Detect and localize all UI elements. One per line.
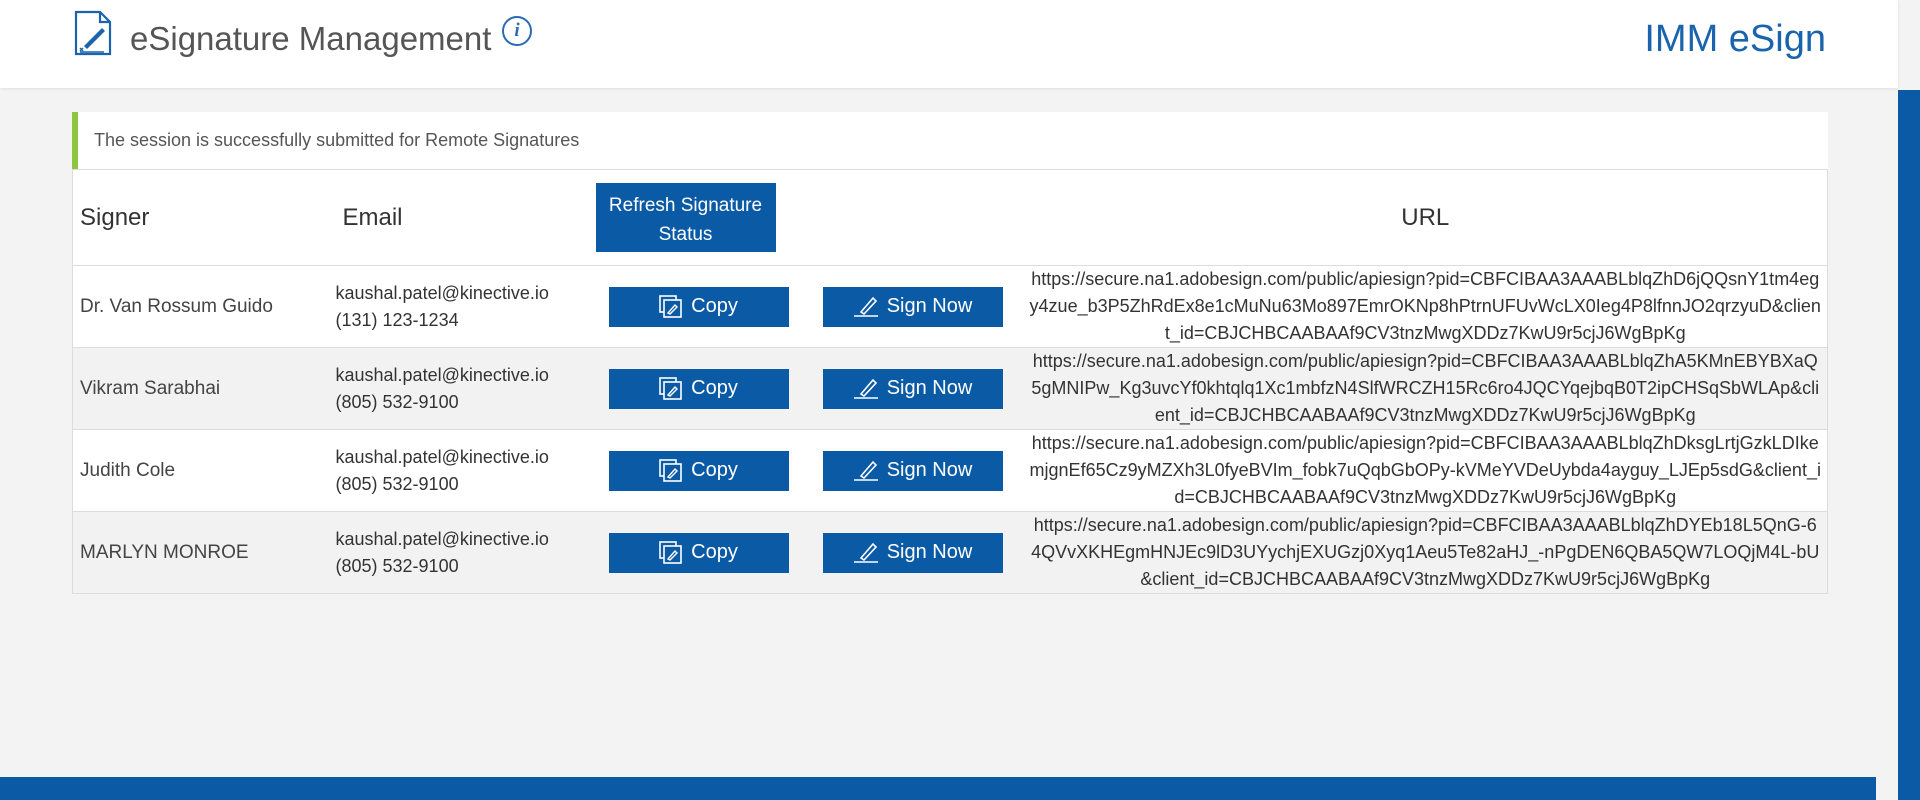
copy-button[interactable]: Copy [608, 532, 789, 573]
copy-icon [659, 540, 682, 564]
alert-message: The session is successfully submitted fo… [94, 130, 580, 150]
copy-cell: Copy [595, 429, 802, 512]
table-row: Dr. Van Rossum Guido kaushal.patel@kinec… [72, 265, 1828, 348]
app-header: eSignature Management i IMM eSign [0, 0, 1898, 88]
signer-contact: kaushal.patel@kinective.io (131) 123-123… [335, 265, 596, 348]
signer-phone: (805) 532-9100 [335, 555, 459, 576]
sign-now-button-label: Sign Now [886, 377, 973, 399]
signer-name: MARLYN MONROE [72, 511, 336, 594]
copy-button[interactable]: Copy [608, 450, 789, 491]
sign-now-button[interactable]: Sign Now [822, 368, 1003, 409]
copy-icon [659, 294, 682, 318]
success-alert: The session is successfully submitted fo… [72, 112, 1828, 169]
sign-cell: Sign Now [801, 347, 1024, 430]
right-edge-bar [1898, 90, 1920, 800]
page-title: eSignature Management [130, 20, 492, 57]
signer-email: kaushal.patel@kinective.io [335, 446, 549, 467]
footer-bar [0, 777, 1876, 800]
sign-now-button-label: Sign Now [886, 295, 973, 317]
signer-name: Vikram Sarabhai [72, 347, 336, 430]
table-header-row: Signer Email Refresh Signature Status UR… [72, 169, 1828, 266]
sign-now-button-label: Sign Now [886, 459, 973, 481]
signer-contact: kaushal.patel@kinective.io (805) 532-910… [335, 429, 596, 512]
refresh-signature-status-button[interactable]: Refresh Signature Status [595, 183, 776, 252]
copy-cell: Copy [595, 511, 802, 594]
refresh-button-label: Refresh Signature Status [608, 195, 763, 245]
pen-icon [853, 296, 878, 317]
signer-phone: (805) 532-9100 [335, 391, 459, 412]
signer-contact: kaushal.patel@kinective.io (805) 532-910… [335, 511, 596, 594]
sign-now-button-label: Sign Now [886, 541, 973, 563]
copy-button-label: Copy [691, 541, 738, 563]
column-header-actions: Refresh Signature Status [595, 169, 1024, 266]
info-icon[interactable]: i [502, 16, 532, 46]
signer-name: Dr. Van Rossum Guido [72, 265, 336, 348]
copy-button[interactable]: Copy [608, 286, 789, 327]
sign-now-button[interactable]: Sign Now [822, 450, 1003, 491]
copy-button-label: Copy [691, 295, 738, 317]
copy-cell: Copy [595, 265, 802, 348]
copy-icon [659, 376, 682, 400]
copy-button-label: Copy [691, 377, 738, 399]
column-header-signer: Signer [72, 169, 336, 266]
copy-cell: Copy [595, 347, 802, 430]
pen-icon [853, 378, 878, 399]
signature-url: https://secure.na1.adobesign.com/public/… [1023, 265, 1828, 348]
signature-url: https://secure.na1.adobesign.com/public/… [1023, 511, 1828, 594]
sign-now-button[interactable]: Sign Now [822, 532, 1003, 573]
signers-table: Signer Email Refresh Signature Status UR… [72, 169, 1828, 594]
signer-email: kaushal.patel@kinective.io [335, 282, 549, 303]
signer-phone: (805) 532-9100 [335, 473, 459, 494]
sign-cell: Sign Now [801, 429, 1024, 512]
signer-email: kaushal.patel@kinective.io [335, 528, 549, 549]
sign-cell: Sign Now [801, 511, 1024, 594]
document-signature-icon [74, 10, 112, 56]
copy-button-label: Copy [691, 459, 738, 481]
pen-icon [853, 542, 878, 563]
signature-url: https://secure.na1.adobesign.com/public/… [1023, 347, 1828, 430]
signer-contact: kaushal.patel@kinective.io (805) 532-910… [335, 347, 596, 430]
signer-phone: (131) 123-1234 [335, 309, 459, 330]
pen-icon [853, 460, 878, 481]
signature-url: https://secure.na1.adobesign.com/public/… [1023, 429, 1828, 512]
copy-button[interactable]: Copy [608, 368, 789, 409]
column-header-email: Email [335, 169, 596, 266]
table-row: Vikram Sarabhai kaushal.patel@kinective.… [72, 347, 1828, 430]
signer-email: kaushal.patel@kinective.io [335, 364, 549, 385]
signer-name: Judith Cole [72, 429, 336, 512]
brand-name: IMM eSign [1644, 18, 1826, 60]
sign-cell: Sign Now [801, 265, 1024, 348]
column-header-url: URL [1023, 169, 1828, 266]
sign-now-button[interactable]: Sign Now [822, 286, 1003, 327]
table-row: Judith Cole kaushal.patel@kinective.io (… [72, 429, 1828, 512]
table-row: MARLYN MONROE kaushal.patel@kinective.io… [72, 511, 1828, 594]
copy-icon [659, 458, 682, 482]
